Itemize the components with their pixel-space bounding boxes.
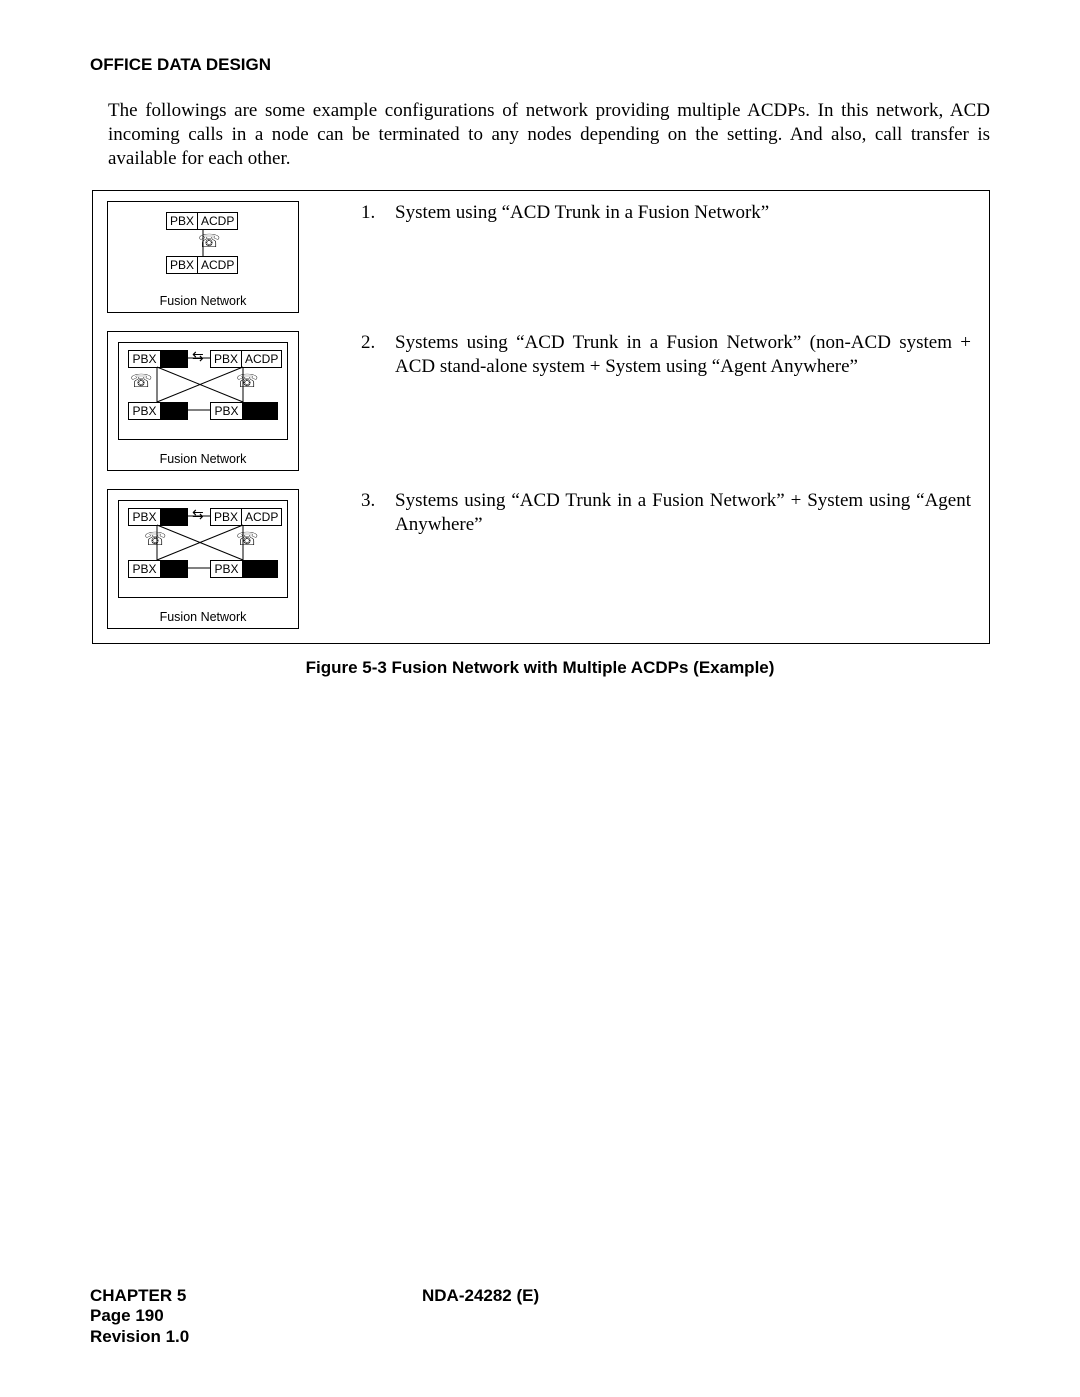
figure-caption: Figure 5-3 Fusion Network with Multiple … [90, 658, 990, 678]
pbx-label: PBX [211, 403, 243, 419]
fusion-network-label: Fusion Network [108, 294, 298, 308]
phone-icon: ☏ [236, 532, 250, 546]
pbx-label: PBX [211, 561, 243, 577]
acdp-label: ACDP [198, 213, 237, 229]
pbx-label: PBX [167, 257, 198, 273]
pbx-label: PBX [129, 403, 161, 419]
black-cell [161, 351, 187, 367]
black-cell [161, 561, 187, 577]
phone-icon: ☏ [236, 374, 250, 388]
pbx-label: PBX [129, 351, 161, 367]
list-text: System using “ACD Trunk in a Fusion Netw… [395, 201, 971, 225]
diagram-2: PBX ⇆ PBX ACDP ☏ ☏ PBX [107, 331, 299, 471]
acdp-label: ACDP [198, 257, 237, 273]
pbx-label: PBX [211, 351, 242, 367]
acdp-label: ACDP [242, 509, 281, 525]
phone-icon: ☏ [130, 374, 144, 388]
list-number: 1. [361, 201, 395, 225]
link-icon: ⇆ [192, 507, 204, 524]
link-icon: ⇆ [192, 349, 204, 366]
diagram-3: PBX ⇆ PBX ACDP ☏ ☏ PBX PBX [107, 489, 299, 629]
black-cell [161, 403, 187, 419]
footer-revision: Revision 1.0 [90, 1327, 990, 1347]
intro-paragraph: The followings are some example configur… [108, 99, 990, 170]
phone-icon: ☏ [198, 234, 212, 248]
footer-page: Page 190 [90, 1306, 990, 1326]
section-title: OFFICE DATA DESIGN [90, 55, 990, 75]
black-cell [243, 403, 277, 419]
page-footer: CHAPTER 5 Page 190 Revision 1.0 NDA-2428… [90, 1286, 990, 1347]
figure-box: PBX ACDP ☏ PBX ACDP Fusion Network 1. Sy… [92, 190, 990, 644]
fusion-network-label: Fusion Network [108, 610, 298, 624]
black-cell [243, 561, 277, 577]
pbx-label: PBX [167, 213, 198, 229]
pbx-label: PBX [211, 509, 242, 525]
fusion-network-label: Fusion Network [108, 452, 298, 466]
acdp-label: ACDP [242, 351, 281, 367]
pbx-label: PBX [129, 509, 161, 525]
black-cell [161, 509, 187, 525]
pbx-label: PBX [129, 561, 161, 577]
list-number: 2. [361, 331, 395, 379]
list-number: 3. [361, 489, 395, 537]
footer-doc-number: NDA-24282 (E) [422, 1286, 539, 1306]
phone-icon: ☏ [144, 532, 158, 546]
footer-chapter: CHAPTER 5 [90, 1286, 990, 1306]
list-text: Systems using “ACD Trunk in a Fusion Net… [395, 331, 971, 379]
diagram-1: PBX ACDP ☏ PBX ACDP Fusion Network [107, 201, 299, 313]
list-text: Systems using “ACD Trunk in a Fusion Net… [395, 489, 971, 537]
